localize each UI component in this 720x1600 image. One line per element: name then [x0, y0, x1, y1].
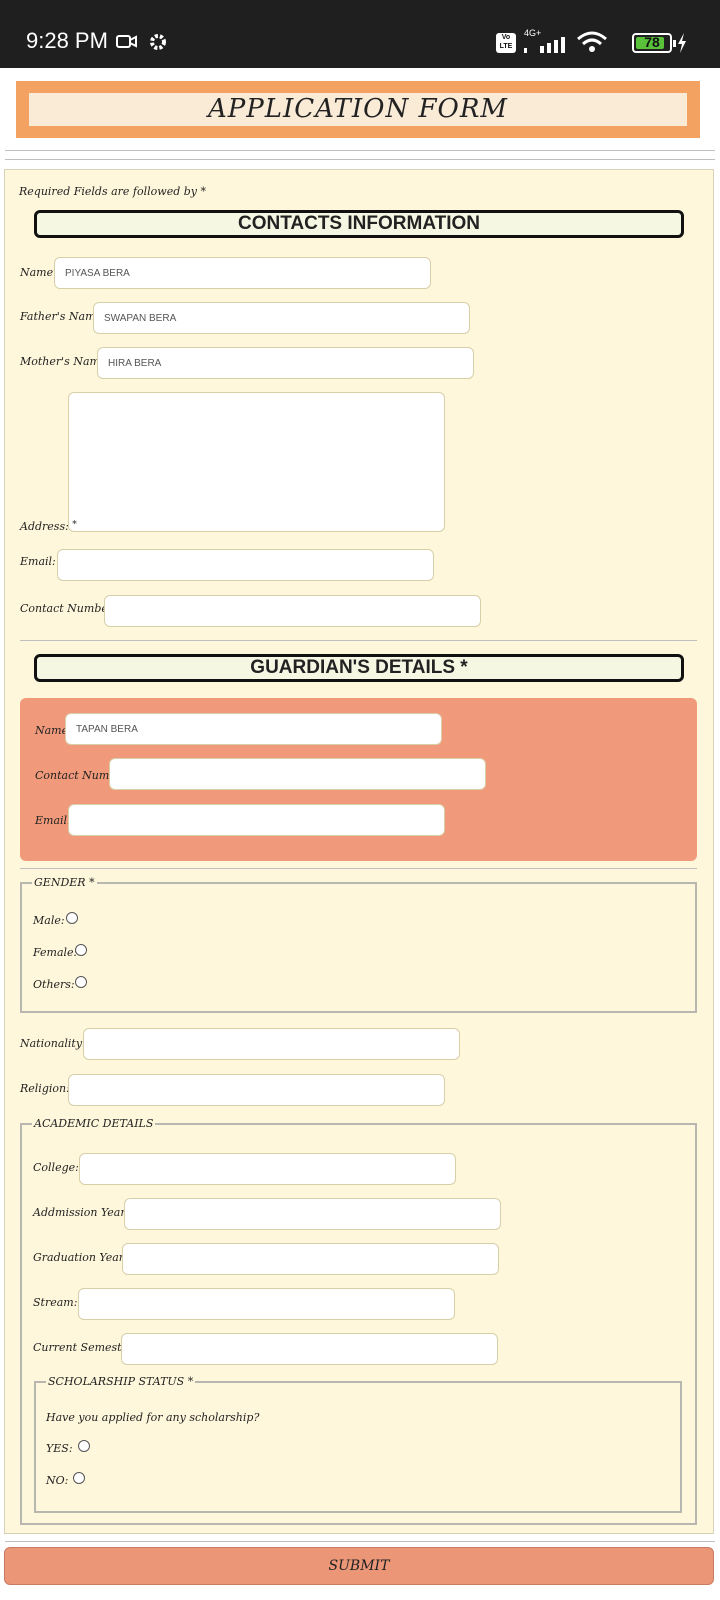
page-title: APPLICATION FORM — [29, 93, 687, 126]
mother-name-label-text: Mother's Name — [20, 355, 107, 368]
scholarship-no-radio[interactable] — [73, 1472, 85, 1484]
admission-year-label-text: Addmission Year: — [33, 1206, 130, 1219]
divider — [20, 640, 697, 641]
gear-icon — [150, 34, 166, 50]
admission-year-input[interactable] — [124, 1198, 501, 1230]
contacts-heading: CONTACTS INFORMATION — [34, 210, 684, 238]
current-semester-label-text: Current Semester — [33, 1341, 134, 1354]
college-input[interactable] — [79, 1153, 456, 1185]
guardian-contact-input[interactable] — [109, 758, 486, 790]
guardian-heading: GUARDIAN'S DETAILS * — [34, 654, 684, 682]
guardian-name-label: Name — [35, 724, 69, 737]
nationality-input[interactable] — [83, 1028, 460, 1060]
address-textarea[interactable] — [68, 392, 445, 532]
address-label-text: Address: — [20, 520, 69, 533]
college-label-text: College: — [33, 1161, 79, 1174]
gender-fieldset: GENDER * — [20, 876, 697, 1013]
divider — [5, 1541, 715, 1542]
status-time: 9:28 PM — [26, 28, 108, 53]
mother-name-input[interactable] — [97, 347, 474, 379]
charging-icon — [678, 33, 686, 53]
video-camera-icon — [116, 35, 137, 48]
gender-option-male-label: Male: — [33, 914, 65, 927]
nationality-label-text: Nationality: — [20, 1037, 86, 1050]
graduation-year-input[interactable] — [122, 1243, 499, 1275]
admission-year-label: Addmission Year: * — [33, 1206, 137, 1219]
email-label-text: Email: — [20, 555, 56, 568]
gender-male-radio[interactable] — [66, 912, 78, 924]
gender-others-radio[interactable] — [75, 976, 87, 988]
name-input[interactable] — [54, 257, 431, 289]
graduation-year-label: Graduation Year: * — [33, 1251, 136, 1264]
gender-option-female-label: Female: — [33, 946, 78, 959]
battery-level: 78 — [644, 34, 660, 50]
current-semester-input[interactable] — [121, 1333, 498, 1365]
signal-icon — [524, 37, 565, 53]
email-input[interactable] — [57, 549, 434, 581]
contact-number-input[interactable] — [104, 595, 481, 627]
gender-option-others-label: Others: — [33, 978, 75, 991]
religion-label-text: Religion: — [20, 1082, 70, 1095]
contact-number-label-text: Contact Number: — [20, 602, 117, 615]
scholarship-yes-label: YES: — [46, 1442, 73, 1455]
divider — [5, 159, 715, 160]
scholarship-yes-radio[interactable] — [78, 1440, 90, 1452]
guardian-name-input[interactable] — [65, 713, 442, 745]
father-name-label-text: Father's Name — [20, 310, 103, 323]
scholarship-no-label: NO: — [46, 1474, 69, 1487]
guardian-email-label: Email: — [35, 814, 71, 827]
submit-button[interactable]: SUBMIT — [4, 1547, 714, 1585]
guardian-section: Name Contact Number Email: — [20, 698, 697, 861]
battery-icon: 78 — [632, 33, 676, 53]
gender-legend: GENDER * — [34, 876, 95, 889]
status-bar: 9:28 PM Vo LTE 4G+ 78 — [0, 0, 720, 68]
address-label: Address: * — [20, 520, 77, 533]
guardian-email-input[interactable] — [68, 804, 445, 836]
religion-input[interactable] — [68, 1074, 445, 1106]
gender-female-radio[interactable] — [75, 944, 87, 956]
scholarship-legend: SCHOLARSHIP STATUS * — [48, 1375, 194, 1388]
volte-icon: Vo LTE — [496, 33, 516, 53]
stream-label-text: Stream: — [33, 1296, 78, 1309]
stream-input[interactable] — [78, 1288, 455, 1320]
volte-label: Vo LTE — [499, 34, 513, 50]
wifi-icon — [577, 31, 607, 52]
scholarship-fieldset: SCHOLARSHIP STATUS * — [34, 1375, 682, 1513]
required-note: Required Fields are followed by * — [19, 185, 206, 198]
father-name-input[interactable] — [93, 302, 470, 334]
name-label-text: Name — [20, 266, 54, 279]
scholarship-question: Have you applied for any scholarship? — [46, 1411, 260, 1424]
title-banner: APPLICATION FORM — [16, 81, 700, 138]
divider — [5, 150, 715, 151]
graduation-year-label-text: Graduation Year: — [33, 1251, 128, 1264]
divider — [20, 868, 697, 869]
academic-legend: ACADEMIC DETAILS — [34, 1117, 154, 1130]
